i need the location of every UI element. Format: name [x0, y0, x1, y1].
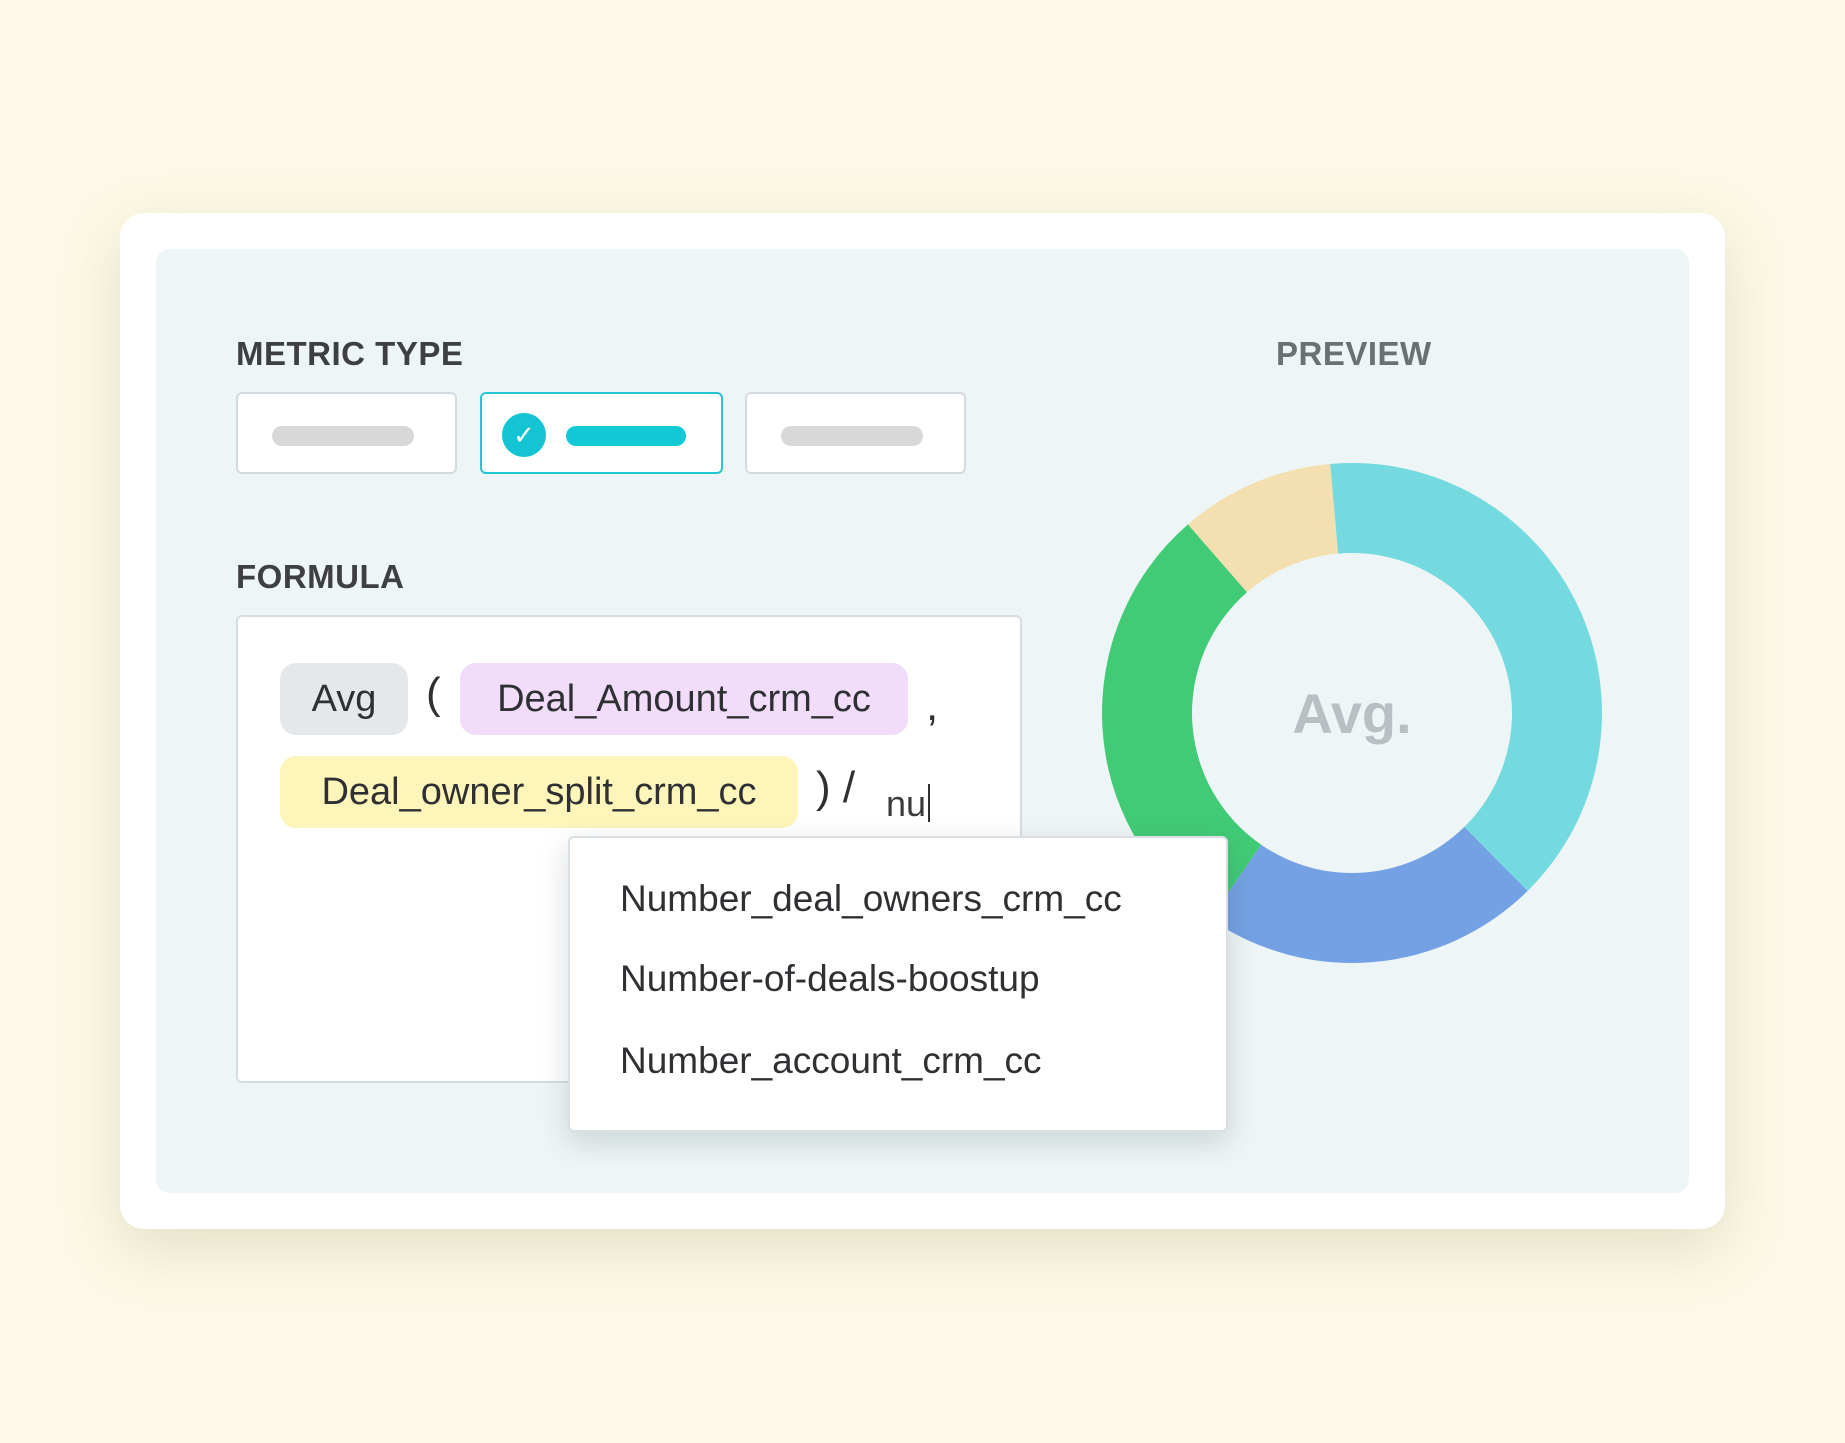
- close-paren-divide: ) /: [816, 763, 856, 812]
- function-chip-avg[interactable]: Avg: [280, 663, 408, 735]
- typed-input[interactable]: nu: [886, 783, 931, 825]
- option-placeholder-bar: [566, 426, 686, 446]
- preview-label: PREVIEW: [1276, 335, 1432, 372]
- autocomplete-option[interactable]: Number-of-deals-boostup: [620, 958, 1040, 1000]
- field-chip-deal-owner-split[interactable]: Deal_owner_split_crm_cc: [280, 756, 798, 828]
- option-placeholder-bar: [781, 426, 923, 446]
- formula-label: FORMULA: [236, 558, 405, 595]
- typed-text: nu: [886, 783, 927, 824]
- background: METRIC TYPE ✓ FORMULA Avg ( Deal_Amount_…: [0, 0, 1845, 1443]
- metric-type-option-2-selected[interactable]: ✓: [480, 392, 723, 474]
- autocomplete-option[interactable]: Number_deal_owners_crm_cc: [620, 878, 1122, 920]
- autocomplete-dropdown: Number_deal_owners_crm_cc Number-of-deal…: [568, 836, 1228, 1132]
- autocomplete-option[interactable]: Number_account_crm_cc: [620, 1040, 1042, 1082]
- check-icon: ✓: [502, 413, 546, 457]
- field-chip-deal-amount[interactable]: Deal_Amount_crm_cc: [460, 663, 908, 735]
- metric-type-option-3[interactable]: [745, 392, 966, 474]
- comma: ,: [926, 681, 939, 730]
- text-caret: [928, 784, 931, 822]
- open-paren: (: [426, 669, 441, 718]
- option-placeholder-bar: [272, 426, 414, 446]
- metric-type-label: METRIC TYPE: [236, 335, 464, 372]
- metric-type-option-1[interactable]: [236, 392, 457, 474]
